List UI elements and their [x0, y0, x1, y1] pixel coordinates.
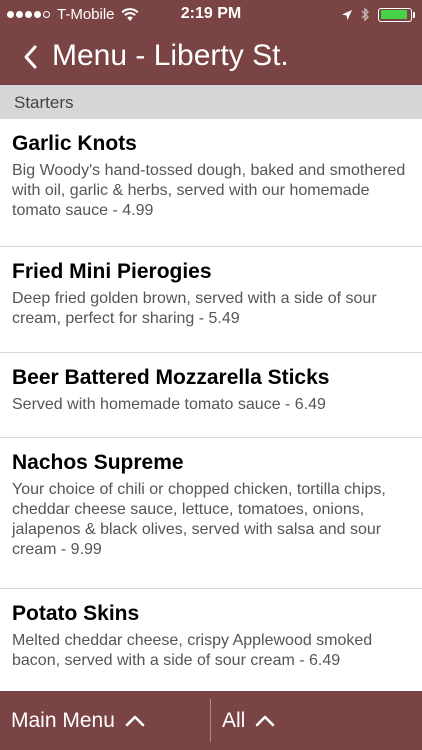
menu-item-description: Your choice of chili or chopped chicken,…	[12, 481, 386, 558]
chevron-up-icon	[256, 715, 275, 726]
menu-item-name: Fried Mini Pierogies	[12, 260, 212, 283]
menu-item[interactable]: Fried Mini Pierogies Deep fried golden b…	[0, 247, 422, 353]
menu-item-name: Beer Battered Mozzarella Sticks	[12, 366, 330, 389]
menu-item[interactable]: Nachos Supreme Your choice of chili or c…	[0, 438, 422, 589]
chevron-up-icon	[125, 715, 145, 726]
chevron-left-icon[interactable]	[22, 44, 38, 70]
menu-item-description: Big Woody's hand-tossed dough, baked and…	[12, 162, 406, 219]
menu-item-name: Nachos Supreme	[12, 451, 184, 474]
main-menu-button[interactable]: Main Menu	[11, 691, 145, 750]
status-bar: T-Mobile 2:19 PM	[0, 0, 422, 30]
navigation-bar: Menu - Liberty St.	[0, 30, 422, 85]
all-label: All	[222, 708, 246, 732]
page-title: Menu - Liberty St.	[52, 39, 289, 72]
menu-item-name: Garlic Knots	[12, 132, 137, 155]
tab-divider	[210, 699, 211, 742]
menu-item-description: Served with homemade tomato sauce - 6.49	[12, 396, 326, 413]
battery-icon	[378, 7, 412, 22]
menu-item-name: Potato Skins	[12, 602, 140, 625]
menu-item[interactable]: Beer Battered Mozzarella Sticks Served w…	[0, 353, 422, 438]
menu-list: Garlic Knots Big Woody's hand-tossed dou…	[0, 119, 422, 691]
menu-item[interactable]: Potato Skins Melted cheddar cheese, cris…	[0, 589, 422, 691]
menu-item-description: Melted cheddar cheese, crispy Applewood …	[12, 632, 373, 669]
section-header: Starters	[0, 85, 422, 119]
section-title: Starters	[14, 93, 74, 112]
main-menu-label: Main Menu	[11, 708, 115, 732]
menu-item-description: Deep fried golden brown, served with a s…	[12, 290, 377, 327]
bottom-bar: Main Menu All	[0, 691, 422, 750]
menu-item[interactable]: Garlic Knots Big Woody's hand-tossed dou…	[0, 119, 422, 247]
bluetooth-icon	[361, 7, 369, 22]
all-button[interactable]: All	[222, 691, 275, 750]
app-header: T-Mobile 2:19 PM Menu - Liberty St.	[0, 0, 422, 85]
location-icon	[342, 9, 352, 20]
